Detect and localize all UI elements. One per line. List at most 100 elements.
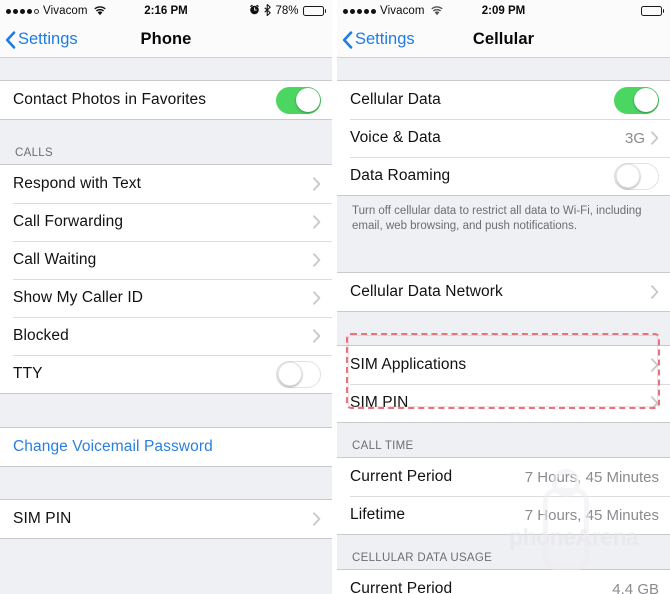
- calls-group: Respond with Text Call Forwarding Call W…: [0, 164, 332, 394]
- status-bar-left: Vivacom 2:16 PM 78%: [0, 0, 332, 22]
- row-sim-applications[interactable]: SIM Applications: [337, 346, 670, 384]
- dual-screenshot-comparison: Vivacom 2:16 PM 78% Settings Phone Conta…: [0, 0, 670, 594]
- row-accessory: [651, 285, 670, 299]
- cellular-data-usage-group: Current Period 4.4 GB: [337, 569, 670, 594]
- row-value: 4.4 GB: [612, 580, 659, 594]
- chevron-right-icon: [651, 285, 659, 299]
- settings-list-left: Contact Photos in Favorites CALLS Respon…: [0, 58, 332, 539]
- clock-right: 2:09 PM: [481, 5, 526, 17]
- chevron-right-icon: [651, 358, 659, 372]
- section-header-cellular-data-usage: CELLULAR DATA USAGE: [337, 535, 670, 569]
- voicemail-section-gap: [0, 394, 332, 427]
- chevron-right-icon: [313, 253, 321, 267]
- row-sim-pin[interactable]: SIM PIN: [337, 384, 670, 422]
- row-label: Lifetime: [350, 506, 406, 523]
- row-label: Data Roaming: [350, 167, 451, 184]
- row-label: Respond with Text: [13, 175, 142, 192]
- row-label: Change Voicemail Password: [13, 438, 213, 455]
- clock-left: 2:16 PM: [144, 5, 188, 17]
- data-roaming-toggle[interactable]: [614, 162, 659, 190]
- row-call-forwarding[interactable]: Call Forwarding: [0, 203, 332, 241]
- row-show-my-caller-id[interactable]: Show My Caller ID: [0, 279, 332, 317]
- row-accessory: [614, 162, 670, 190]
- row-accessory: [313, 177, 332, 191]
- phone-outline-icon: [543, 488, 589, 570]
- status-bar-right: Vivacom 2:09 PM: [337, 0, 670, 22]
- list-top-spacer: [0, 58, 332, 80]
- call-time-section-gap: CALL TIME: [337, 423, 670, 457]
- row-accessory: [313, 253, 332, 267]
- row-cellular-data[interactable]: Cellular Data: [337, 81, 670, 119]
- row-call-time-current-period: Current Period 7 Hours, 45 Minutes: [337, 458, 670, 496]
- row-label: Current Period: [350, 468, 453, 485]
- section-header-calls: CALLS: [0, 120, 332, 164]
- chevron-right-icon: [651, 396, 659, 410]
- row-label: SIM PIN: [13, 510, 72, 527]
- row-value: 3G: [624, 129, 645, 147]
- contact-photos-group: Contact Photos in Favorites: [0, 80, 332, 120]
- row-data-usage-current-period: Current Period 4.4 GB: [337, 570, 670, 594]
- chevron-right-icon: [313, 329, 321, 343]
- row-label: Show My Caller ID: [13, 289, 144, 306]
- cellular-data-toggle[interactable]: [614, 86, 659, 114]
- phone-settings-screen: Vivacom 2:16 PM 78% Settings Phone Conta…: [0, 0, 332, 594]
- settings-list-right: Cellular Data Voice & Data 3G Data Roami…: [337, 58, 670, 594]
- row-contact-photos-in-favorites[interactable]: Contact Photos in Favorites: [0, 81, 332, 119]
- row-data-roaming[interactable]: Data Roaming: [337, 157, 670, 195]
- row-accessory: [614, 86, 670, 114]
- row-label: TTY: [13, 365, 43, 382]
- chevron-right-icon: [313, 215, 321, 229]
- row-accessory: [276, 86, 332, 114]
- navigation-bar-right: Settings Cellular: [337, 22, 670, 58]
- row-tty[interactable]: TTY: [0, 355, 332, 393]
- cellular-settings-screen: Vivacom 2:09 PM Settings Cellular Cellul…: [337, 0, 670, 594]
- tty-toggle[interactable]: [276, 360, 321, 388]
- row-accessory: [651, 396, 670, 410]
- contact-photos-toggle[interactable]: [276, 86, 321, 114]
- row-blocked[interactable]: Blocked: [0, 317, 332, 355]
- sim-pin-group: SIM PIN: [0, 499, 332, 539]
- row-label: SIM PIN: [350, 394, 409, 411]
- page-title-left: Phone: [140, 30, 192, 48]
- cellular-data-footer-text: Turn off cellular data to restrict all d…: [337, 196, 670, 234]
- navigation-bar-left: Settings Phone: [0, 22, 332, 58]
- section-header-call-time: CALL TIME: [337, 423, 670, 457]
- row-sim-pin[interactable]: SIM PIN: [0, 500, 332, 538]
- page-title-right: Cellular: [472, 30, 535, 48]
- chevron-right-icon: [313, 512, 321, 526]
- cellular-data-footer-gap: Turn off cellular data to restrict all d…: [337, 196, 670, 272]
- row-call-time-lifetime: Lifetime 7 Hours, 45 Minutes: [337, 496, 670, 534]
- row-accessory: 3G: [625, 130, 670, 147]
- voicemail-group: Change Voicemail Password: [0, 427, 332, 467]
- row-value: 7 Hours, 45 Minutes: [524, 468, 659, 486]
- row-accessory: 4.4 GB: [612, 581, 670, 594]
- row-accessory: [313, 215, 332, 229]
- row-label: Blocked: [13, 327, 69, 344]
- row-label: Call Waiting: [13, 251, 97, 268]
- row-respond-with-text[interactable]: Respond with Text: [0, 165, 332, 203]
- cellular-data-group: Cellular Data Voice & Data 3G Data Roami…: [337, 80, 670, 196]
- chevron-right-icon: [313, 177, 321, 191]
- calls-section-gap: CALLS: [0, 120, 332, 164]
- row-accessory: [313, 512, 332, 526]
- call-time-group: Current Period 7 Hours, 45 Minutes Lifet…: [337, 457, 670, 535]
- row-voice-and-data[interactable]: Voice & Data 3G: [337, 119, 670, 157]
- list-top-spacer: [337, 58, 670, 80]
- sim-section-gap: [0, 467, 332, 499]
- row-call-waiting[interactable]: Call Waiting: [0, 241, 332, 279]
- cellular-data-network-group: Cellular Data Network: [337, 272, 670, 312]
- row-label: Call Forwarding: [13, 213, 124, 230]
- row-label: Cellular Data Network: [350, 283, 503, 300]
- sim-group: SIM Applications SIM PIN: [337, 345, 670, 423]
- row-accessory: [313, 291, 332, 305]
- row-label: SIM Applications: [350, 356, 467, 373]
- row-cellular-data-network[interactable]: Cellular Data Network: [337, 273, 670, 311]
- row-label: Current Period: [350, 580, 453, 594]
- row-accessory: [276, 360, 332, 388]
- row-change-voicemail-password[interactable]: Change Voicemail Password: [0, 428, 332, 466]
- row-label: Contact Photos in Favorites: [13, 91, 207, 108]
- row-label: Voice & Data: [350, 129, 441, 146]
- row-label: Cellular Data: [350, 91, 441, 108]
- data-usage-section-gap: CELLULAR DATA USAGE: [337, 535, 670, 569]
- row-accessory: [313, 329, 332, 343]
